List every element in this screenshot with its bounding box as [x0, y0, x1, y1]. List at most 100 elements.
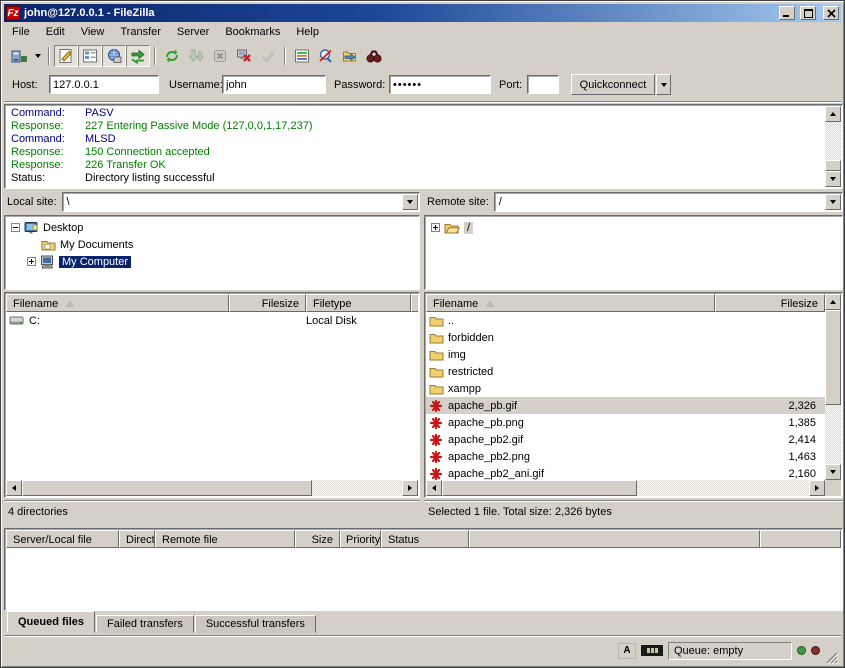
local-site-combobox[interactable]: \: [62, 192, 420, 212]
refresh-button[interactable]: [160, 45, 184, 67]
scrollbar-thumb[interactable]: [825, 160, 841, 171]
queue-status-panel: Queue: empty: [668, 642, 792, 660]
sort-ascending-icon: [486, 300, 494, 307]
send-activity-led-icon: [811, 646, 820, 655]
tree-item-desktop[interactable]: Desktop: [5, 219, 419, 236]
username-input[interactable]: [222, 75, 326, 94]
remote-horizontal-scrollbar[interactable]: [426, 480, 825, 496]
local-file-row[interactable]: C: Local Disk: [6, 312, 418, 329]
titlebar[interactable]: Fz john@127.0.0.1 - FileZilla: [4, 4, 841, 22]
scrollbar-thumb[interactable]: [825, 310, 841, 405]
tree-item-my-documents[interactable]: My Documents: [5, 236, 419, 253]
column-header-filesize[interactable]: Filesize: [229, 294, 306, 312]
process-queue-button[interactable]: [184, 45, 208, 67]
password-input[interactable]: [389, 75, 491, 94]
remote-file-row[interactable]: apache_pb2.png1,463: [426, 448, 825, 465]
local-horizontal-scrollbar[interactable]: [6, 480, 418, 496]
quickconnect-dropdown-button[interactable]: [656, 74, 671, 95]
message-log-lines: Command:PASV Response:227 Entering Passi…: [6, 106, 825, 187]
chevron-down-icon: [35, 54, 41, 58]
search-button[interactable]: [362, 45, 386, 67]
collapse-expander-icon[interactable]: [11, 223, 20, 232]
data-type-indicator-icon[interactable]: A: [618, 643, 636, 659]
log-scrollbar[interactable]: [825, 106, 841, 187]
expand-expander-icon[interactable]: [27, 257, 36, 266]
queue-header: Server/Local file Directi... Remote file…: [6, 530, 841, 548]
tab-successful-transfers[interactable]: Successful transfers: [195, 615, 316, 633]
reconnect-button[interactable]: [256, 45, 280, 67]
menu-item-server[interactable]: Server: [169, 24, 217, 41]
scroll-left-button[interactable]: [6, 480, 22, 496]
queue-tabs: Queued files Failed transfers Successful…: [4, 611, 317, 633]
scroll-left-button[interactable]: [426, 480, 442, 496]
menu-item-help[interactable]: Help: [288, 24, 327, 41]
column-header-server-local-file[interactable]: Server/Local file: [6, 530, 119, 548]
maximize-button[interactable]: [800, 6, 816, 20]
speed-limit-indicator-icon[interactable]: [641, 645, 663, 656]
scroll-down-button[interactable]: [825, 464, 841, 480]
site-manager-dropdown-button[interactable]: [31, 45, 44, 67]
toggle-remote-tree-button[interactable]: [102, 45, 126, 67]
remote-file-row[interactable]: apache_pb.png1,385: [426, 414, 825, 431]
toggle-queue-button[interactable]: [126, 45, 150, 67]
message-log-icon: [58, 48, 74, 64]
synchronized-browsing-button[interactable]: [338, 45, 362, 67]
column-header-filesize[interactable]: Filesize: [715, 294, 825, 312]
remote-file-row[interactable]: forbidden: [426, 329, 825, 346]
log-line: Command:PASV: [11, 107, 825, 120]
menu-item-transfer[interactable]: Transfer: [112, 24, 169, 41]
tab-queued-files[interactable]: Queued files: [7, 611, 95, 633]
column-header-status[interactable]: Status: [381, 530, 469, 548]
expand-expander-icon[interactable]: [431, 223, 440, 232]
remote-file-row[interactable]: img: [426, 346, 825, 363]
remote-site-combobox[interactable]: /: [494, 192, 843, 212]
scrollbar-thumb[interactable]: [22, 480, 312, 496]
remote-vertical-scrollbar[interactable]: [825, 294, 841, 480]
tree-item-root[interactable]: /: [425, 219, 842, 236]
remote-file-row-selected[interactable]: apache_pb.gif2,326: [426, 397, 825, 414]
quickconnect-button[interactable]: Quickconnect: [571, 74, 655, 95]
column-header-filename[interactable]: Filename: [426, 294, 715, 312]
host-input[interactable]: [49, 75, 159, 94]
remote-tree-icon: [106, 48, 122, 64]
combo-dropdown-button[interactable]: [402, 194, 418, 210]
port-input[interactable]: [527, 75, 559, 94]
menu-item-file[interactable]: File: [4, 24, 38, 41]
menu-item-bookmarks[interactable]: Bookmarks: [217, 24, 288, 41]
receive-activity-led-icon: [797, 646, 806, 655]
scroll-right-button[interactable]: [809, 480, 825, 496]
remote-file-row[interactable]: xampp: [426, 380, 825, 397]
column-header-filename[interactable]: Filename: [6, 294, 229, 312]
directory-comparison-button[interactable]: [314, 45, 338, 67]
cancel-operation-button[interactable]: [208, 45, 232, 67]
tab-failed-transfers[interactable]: Failed transfers: [96, 615, 194, 633]
column-header-size[interactable]: Size: [295, 530, 340, 548]
remote-file-row[interactable]: apache_pb2.gif2,414: [426, 431, 825, 448]
resize-grip[interactable]: [825, 651, 838, 664]
remote-file-row[interactable]: restricted: [426, 363, 825, 380]
site-manager-button[interactable]: [7, 45, 31, 67]
toggle-message-log-button[interactable]: [54, 45, 78, 67]
remote-file-row[interactable]: ..: [426, 312, 825, 329]
scrollbar-thumb[interactable]: [442, 480, 637, 496]
minimize-button[interactable]: [779, 6, 795, 20]
menu-item-edit[interactable]: Edit: [38, 24, 73, 41]
column-header-last-modified[interactable]: L: [411, 294, 418, 312]
disconnect-button[interactable]: [232, 45, 256, 67]
column-header-priority[interactable]: Priority: [340, 530, 381, 548]
column-header-filetype[interactable]: Filetype: [306, 294, 411, 312]
combo-dropdown-button[interactable]: [825, 194, 841, 210]
remote-file-row[interactable]: apache_pb2_ani.gif2,160: [426, 465, 825, 480]
close-button[interactable]: [823, 6, 839, 20]
scroll-up-button[interactable]: [825, 294, 841, 310]
tree-item-my-computer[interactable]: My Computer: [5, 253, 419, 270]
scroll-up-button[interactable]: [825, 106, 841, 122]
scroll-down-button[interactable]: [825, 171, 841, 187]
column-header-remote-file[interactable]: Remote file: [155, 530, 295, 548]
filter-button[interactable]: [290, 45, 314, 67]
toggle-local-tree-button[interactable]: [78, 45, 102, 67]
column-header-direction[interactable]: Directi...: [119, 530, 155, 548]
scroll-right-button[interactable]: [402, 480, 418, 496]
menu-item-view[interactable]: View: [73, 24, 113, 41]
remote-pane: Remote site: / / Filename Filesize: [424, 191, 843, 524]
